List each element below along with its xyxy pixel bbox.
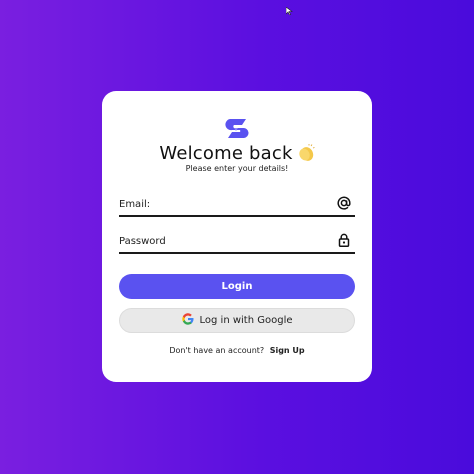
google-login-button[interactable]: Log in with Google — [119, 308, 355, 333]
title-text: Welcome back — [159, 143, 293, 164]
no-account-text: Don't have an account? — [169, 346, 265, 355]
at-sign-icon — [337, 195, 351, 210]
login-card: Welcome back Please enter your details! — [102, 91, 372, 382]
page-subtitle: Please enter your details! — [185, 164, 289, 173]
brand-logo-icon — [223, 115, 251, 143]
password-field-container — [119, 230, 355, 254]
page-title: Welcome back — [102, 143, 372, 164]
login-button[interactable]: Login — [119, 274, 355, 299]
signup-link[interactable]: Sign Up — [270, 346, 305, 355]
google-icon — [181, 311, 194, 325]
signup-row: Don't have an account? Sign Up — [102, 346, 372, 355]
mouse-cursor-icon — [285, 0, 294, 16]
email-field-container — [119, 193, 355, 217]
lock-icon — [337, 232, 351, 247]
clapping-hands-icon — [297, 144, 315, 162]
email-input[interactable] — [119, 195, 319, 213]
password-input[interactable] — [119, 232, 319, 250]
google-button-label: Log in with Google — [199, 315, 293, 326]
